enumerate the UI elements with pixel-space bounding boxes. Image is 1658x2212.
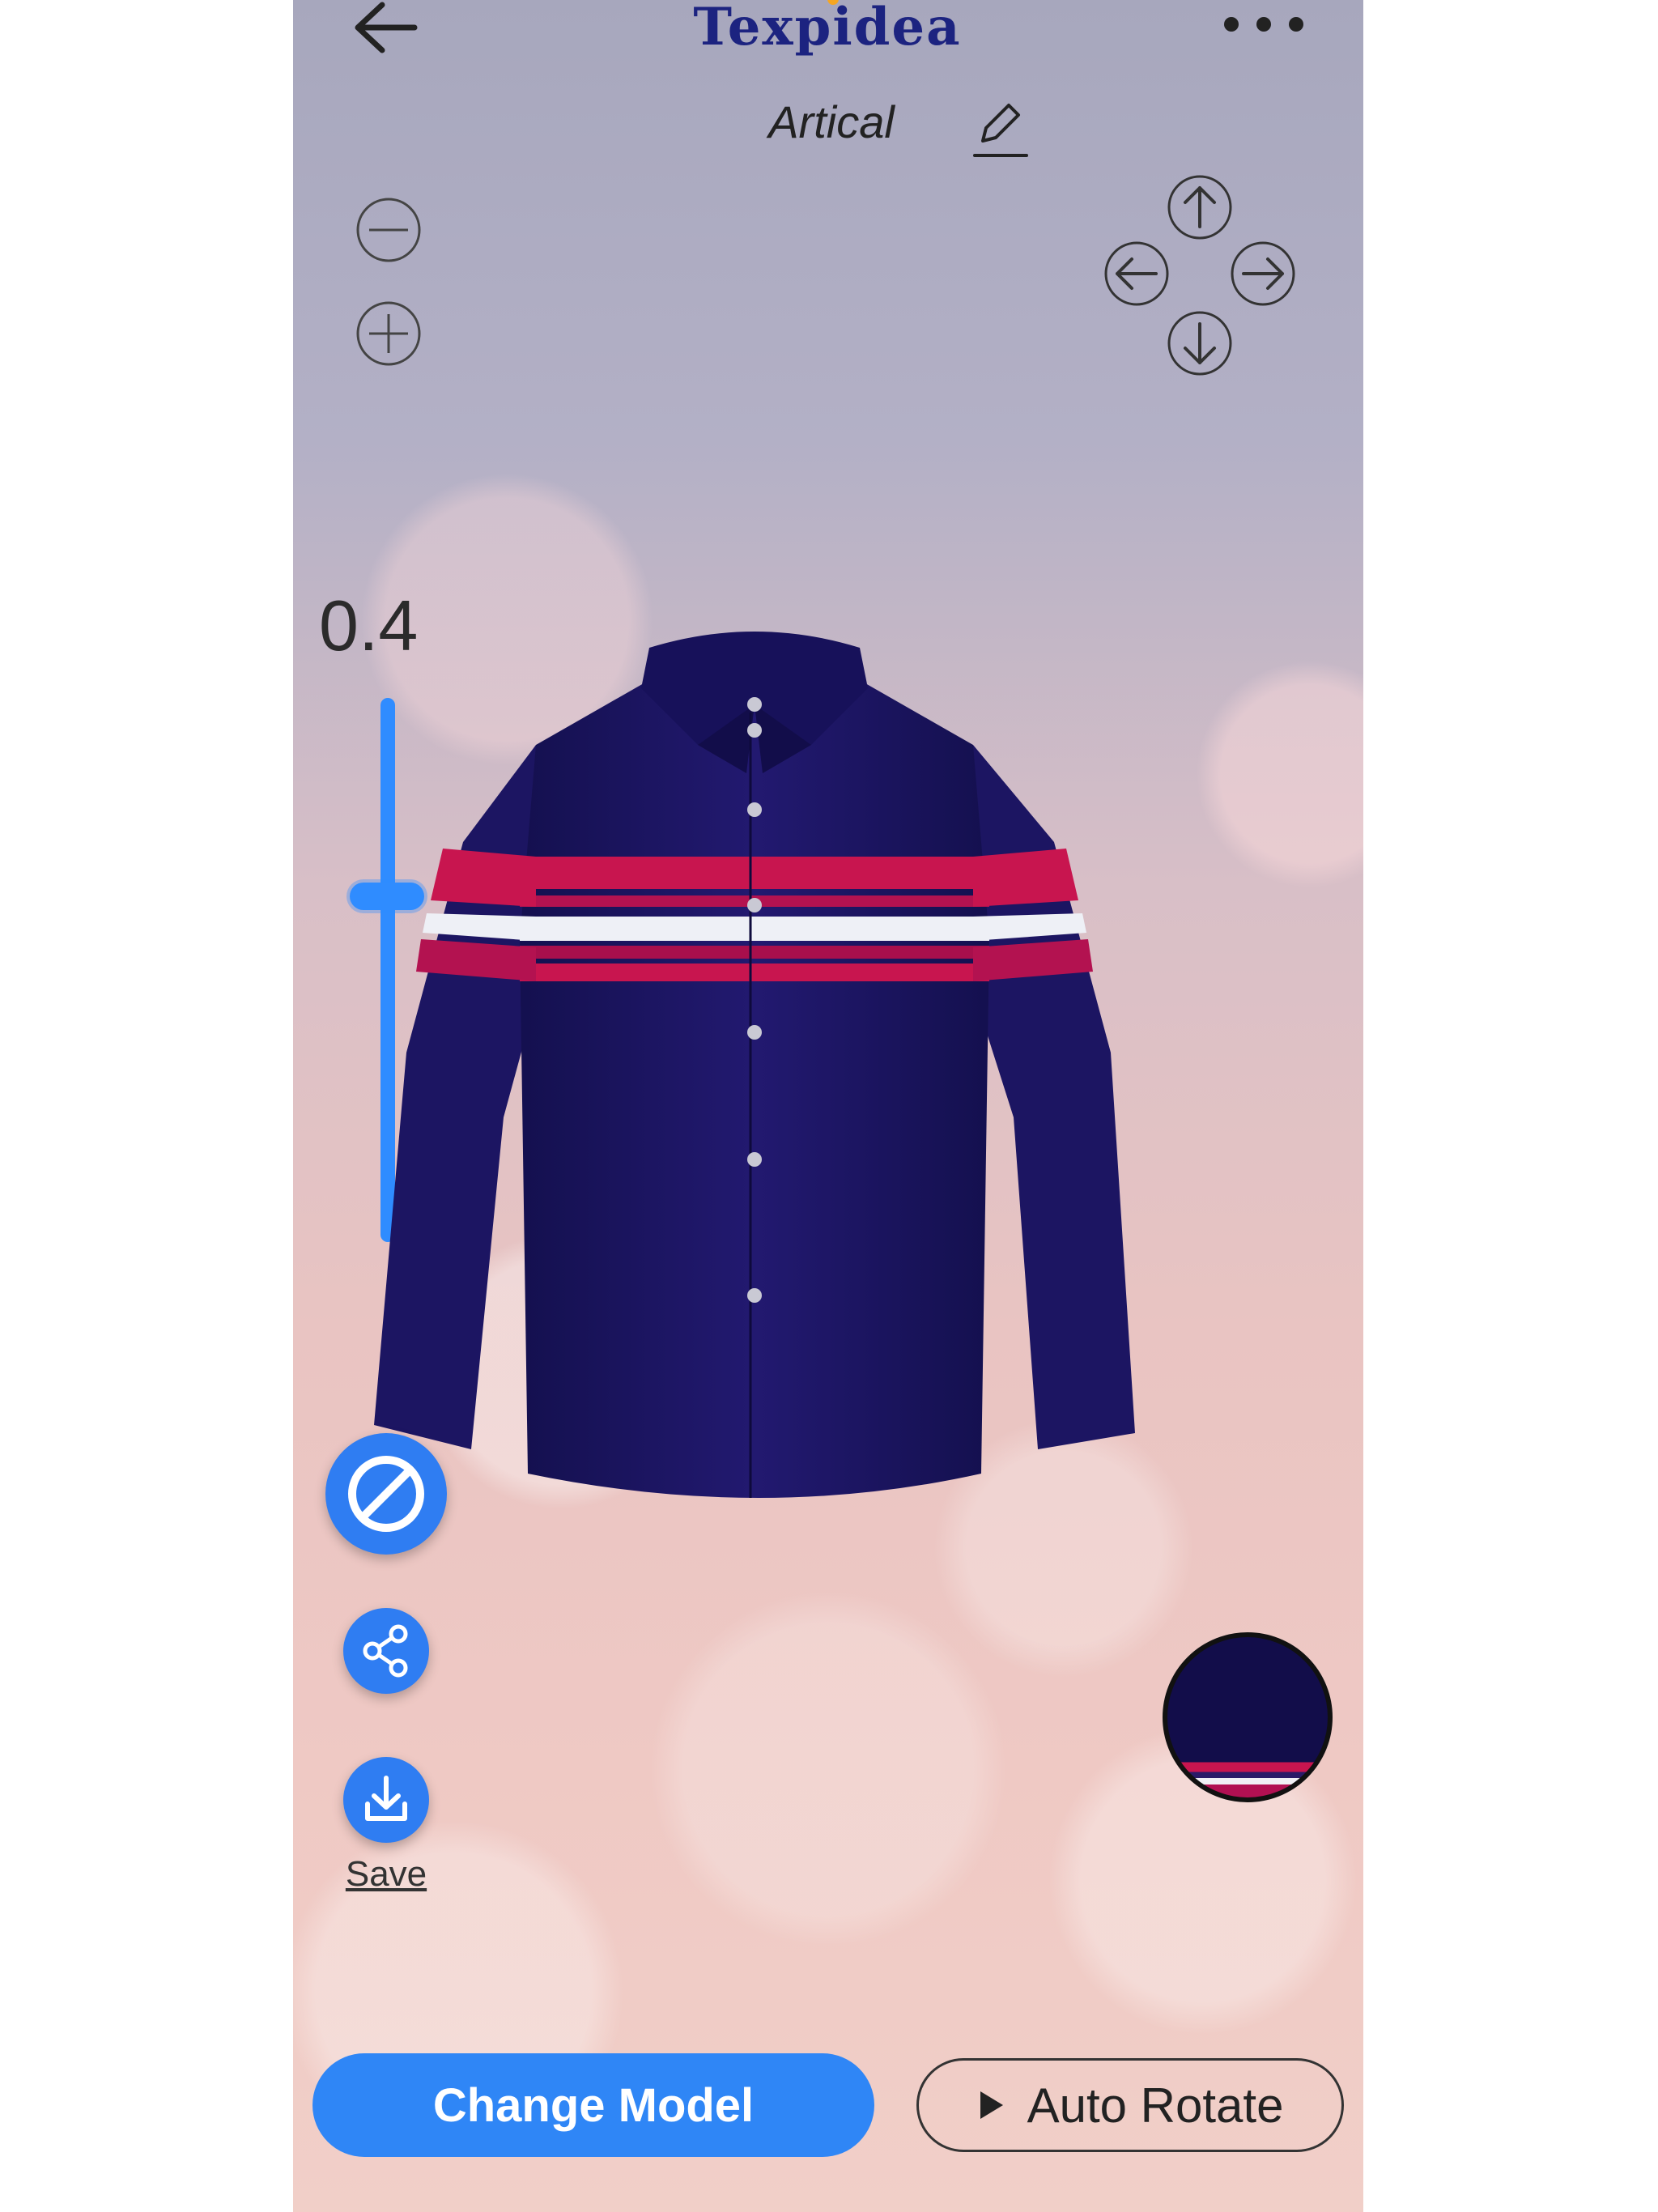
zoom-in-button[interactable] (355, 300, 423, 368)
change-model-label: Change Model (432, 2078, 755, 2132)
arrow-down-icon (1167, 311, 1232, 376)
auto-rotate-button[interactable]: Auto Rotate (916, 2058, 1344, 2152)
plus-circle-icon (356, 301, 421, 366)
auto-rotate-label: Auto Rotate (1027, 2078, 1284, 2133)
arrow-left-icon (355, 2, 418, 53)
page-title: Artical (768, 96, 895, 147)
save-button[interactable] (343, 1757, 429, 1843)
play-icon (980, 2091, 1003, 2119)
pan-up-button[interactable] (1166, 173, 1234, 241)
save-label[interactable]: Save (334, 1854, 439, 1895)
share-icon (363, 1624, 408, 1678)
zoom-out-button[interactable] (355, 196, 423, 264)
share-button[interactable] (343, 1608, 429, 1694)
more-horizontal-icon (1224, 17, 1303, 32)
shirt-3d-model[interactable] (342, 599, 1167, 1555)
pan-right-button[interactable] (1229, 240, 1297, 308)
arrow-right-icon (1231, 241, 1295, 306)
pencil-icon (973, 104, 1028, 157)
app-screen: Texpidea Artical 0.4 Save Change Model A… (293, 0, 1363, 2212)
pan-left-button[interactable] (1103, 240, 1171, 308)
pan-down-button[interactable] (1166, 309, 1234, 377)
change-model-button[interactable]: Change Model (312, 2053, 874, 2157)
edit-title-button[interactable] (968, 96, 1033, 160)
reset-button[interactable] (325, 1433, 447, 1555)
arrow-up-icon (1167, 175, 1232, 240)
back-button[interactable] (350, 0, 423, 57)
minus-circle-icon (356, 198, 421, 262)
fabric-swatch[interactable] (1163, 1632, 1333, 1802)
more-menu-button[interactable] (1219, 8, 1308, 40)
block-icon (348, 1456, 424, 1532)
download-icon (365, 1776, 407, 1821)
app-logo: Texpidea (693, 0, 962, 57)
arrow-left-icon (1104, 241, 1169, 306)
